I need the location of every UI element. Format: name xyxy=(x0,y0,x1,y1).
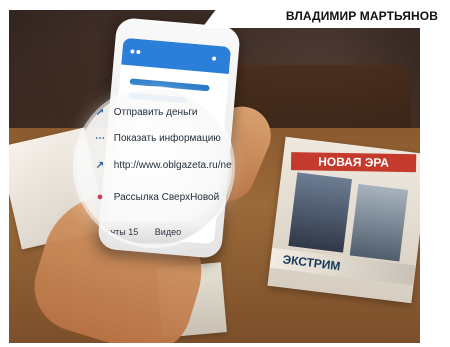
circle-icon: ● xyxy=(96,191,104,203)
bottom-right-label: Видео xyxy=(154,227,182,237)
send-money-icon: ↗ xyxy=(95,107,105,118)
author-tag: ВЛАДИМИР МАРТЬЯНОВ xyxy=(202,4,450,28)
status-dot xyxy=(130,49,135,54)
more-icon: ⋯ xyxy=(95,133,105,144)
author-name: ВЛАДИМИР МАРТЬЯНОВ xyxy=(285,9,438,23)
menu-item-show-info: ⋯ Показать информацию xyxy=(95,133,221,144)
newspaper-title: НОВАЯ ЭРА xyxy=(290,152,417,173)
newspaper-photo: НОВАЯ ЭРА ЭКСТРИМ ↗ Отправить деньги ⋯ П… xyxy=(9,10,420,343)
menu-item-send-money: ↗ Отправить деньги xyxy=(95,107,198,118)
menu-item-link: ↗ http://www.oblgazeta.ru/newage xyxy=(95,160,232,171)
status-dot xyxy=(136,49,141,55)
newspaper: НОВАЯ ЭРА ЭКСТРИМ xyxy=(267,136,420,304)
newspaper-photo-right xyxy=(349,183,409,262)
menu-item-newsletter: ● Рассылка СверхНовой xyxy=(94,191,220,203)
photo-scene: НОВАЯ ЭРА ЭКСТРИМ ↗ Отправить деньги ⋯ П… xyxy=(0,0,450,347)
status-dot xyxy=(211,56,217,61)
newspaper-photo-left xyxy=(288,172,353,253)
bottom-left-label: аменты 15 xyxy=(94,227,139,237)
magnifying-glass: ↗ Отправить деньги ⋯ Показать информацию… xyxy=(76,89,232,245)
phone-header xyxy=(121,37,232,74)
arrow-icon: ↗ xyxy=(95,160,105,171)
phone-bottom-bar: аменты 15 Видео xyxy=(76,221,232,243)
